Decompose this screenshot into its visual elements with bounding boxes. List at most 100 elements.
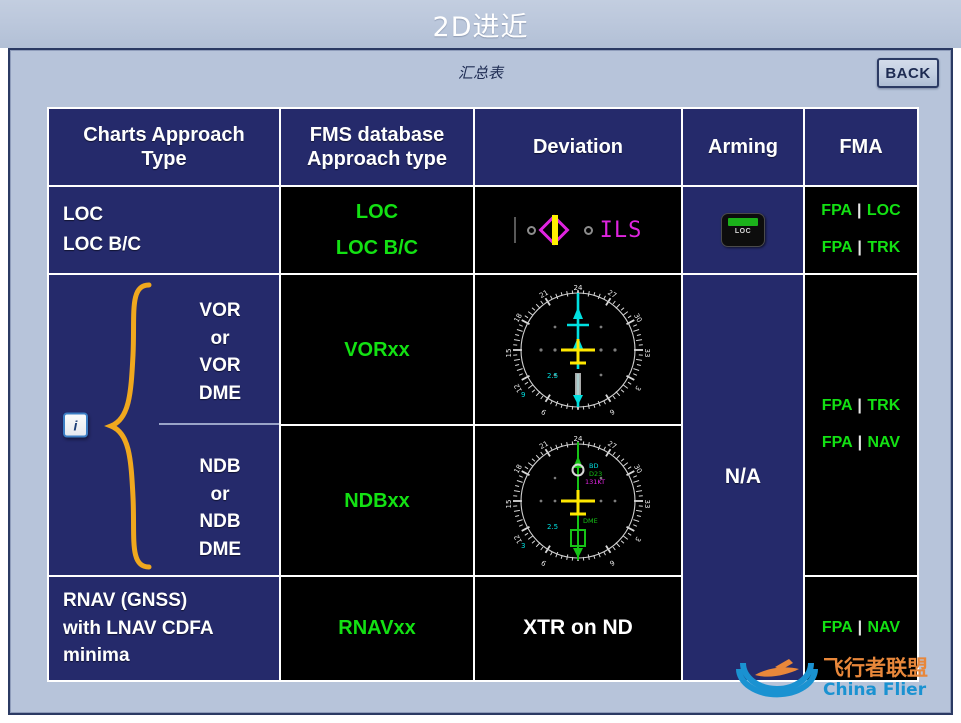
nd-tick-label: 24 [574, 284, 583, 292]
nd-left-label: 9 [521, 391, 525, 399]
nd-tick-label: 18 [513, 463, 524, 475]
charts-approach-labels: RNAV (GNSS) with LNAV CDFA minima [49, 577, 279, 680]
nd-tick-label: 15 [505, 499, 513, 508]
loc-arming-indicator: LOC [721, 213, 765, 247]
localizer-diamond-icon [538, 214, 577, 246]
nd-compass-rose-vor-icon: 24 21 18 15 12 9 6 3 27 30 33 2.5 9 [505, 284, 651, 417]
charts-line: or [210, 483, 230, 505]
charts-line: DME [198, 538, 242, 560]
nd-dist-label: D23 [589, 470, 602, 478]
cell-fms-type-rnav: RNAVxx [279, 575, 475, 682]
nd-course-arrow [573, 306, 583, 319]
fma-line: FPA | NAV [805, 425, 917, 462]
fma-separator: | [857, 434, 863, 451]
nd-aircraft-symbol [561, 338, 595, 364]
nd-tick-label: 33 [643, 348, 651, 357]
table-header-row: Charts Approach Type FMS database Approa… [47, 107, 919, 187]
nd-rose-vor: 24 21 18 15 12 9 6 3 27 30 33 2.5 9 [475, 277, 681, 423]
fma-right: NAV [867, 434, 901, 451]
cell-fma-loc: FPA | LOC FPA | TRK [803, 185, 919, 275]
fma-line: FPA | LOC [805, 193, 917, 230]
fma-right: NAV [867, 618, 901, 636]
nd-tick-label: 15 [505, 348, 513, 357]
charts-approach-labels-ndb: NDB or NDB DME [167, 453, 273, 563]
content-panel: 汇总表 BACK Charts Approach Type FMS databa… [8, 48, 953, 715]
nd-ident-label: BD [589, 462, 598, 470]
fma-labels: FPA | TRK FPA | NAV [805, 388, 917, 462]
fms-labels: RNAVxx [281, 610, 473, 646]
nd-tick-label: 18 [513, 312, 524, 324]
fms-line: NDBxx [344, 489, 410, 512]
cell-arming-na: N/A [681, 273, 805, 682]
fma-right: TRK [867, 239, 901, 256]
fma-separator: | [857, 239, 862, 256]
slide-title-bar: 2D进近 [0, 0, 961, 48]
fms-labels: LOC LOC B/C [281, 194, 473, 266]
charts-line: DME [198, 382, 242, 404]
charts-line: LOC B/C [63, 234, 142, 255]
nd-tick-label: 24 [574, 435, 583, 443]
fma-left: FPA [821, 202, 852, 220]
fma-line: FPA | TRK [805, 388, 917, 425]
deviation-mode-label: ILS [599, 217, 643, 243]
sub-title: 汇总表 [457, 64, 503, 82]
ils-deviation-indicator: ILS [475, 187, 681, 273]
cell-arming-loc: LOC [681, 185, 805, 275]
arming-na-label: N/A [724, 465, 762, 489]
fms-line: VORxx [344, 338, 410, 361]
cell-fma-rnav: FPA | NAV [803, 575, 919, 682]
nd-tick-label: 9 [540, 407, 548, 416]
charts-line: with LNAV CDFA [63, 617, 214, 639]
column-header-charts-approach-type: Charts Approach Type [47, 107, 281, 187]
fma-separator: | [857, 618, 863, 636]
nd-tick-label: 30 [632, 463, 643, 475]
green-bar-icon [728, 218, 758, 226]
cell-inner-divider [159, 423, 279, 425]
back-button[interactable]: BACK [877, 58, 939, 88]
nd-tick-label: 9 [540, 558, 548, 567]
summary-table: Charts Approach Type FMS database Approa… [47, 107, 919, 682]
charts-approach-labels-vor: VOR or VOR DME [167, 297, 273, 407]
cell-charts-approach-type-vor-ndb: i VOR or VOR DME NDB or NDB DME [47, 273, 281, 577]
deviation-text-label: XTR on ND [523, 616, 633, 640]
charts-line: LOC [63, 203, 104, 225]
fms-labels: NDBxx [281, 483, 473, 519]
watermark-text-en: China Flier [823, 680, 927, 700]
fma-left: FPA [821, 434, 853, 451]
cell-fms-type-ndb: NDBxx [279, 424, 475, 577]
cell-deviation-ils: ILS [473, 185, 683, 275]
table-row: LOC LOC B/C LOC LOC B/C ILS LOC FPA | LO… [47, 185, 919, 275]
loc-arming-label: LOC [734, 228, 752, 235]
nd-compass-rose-ndb-icon: 24 21 18 15 12 9 6 3 27 30 33 BD D23 131… [505, 435, 651, 568]
fms-line: RNAVxx [338, 617, 416, 640]
curly-brace-icon [104, 282, 152, 570]
info-icon[interactable]: i [63, 412, 88, 438]
nd-tick-label: 6 [608, 407, 616, 416]
nd-tick-label: 6 [608, 558, 616, 567]
fma-labels: FPA | LOC FPA | TRK [805, 193, 917, 267]
table-row: i VOR or VOR DME NDB or NDB DME VORxx 24… [47, 273, 919, 682]
cell-charts-approach-type-loc: LOC LOC B/C [47, 185, 281, 275]
fma-left: FPA [821, 618, 853, 636]
fma-separator: | [856, 202, 862, 220]
nd-aircraft-symbol [561, 489, 595, 515]
nd-rose-ndb: 24 21 18 15 12 9 6 3 27 30 33 BD D23 131… [475, 428, 681, 574]
header-line: FMS database [309, 124, 445, 146]
cell-fma-vor-ndb: FPA | TRK FPA | NAV [803, 273, 919, 577]
charts-line: minima [63, 645, 130, 667]
charts-line: VOR [199, 300, 241, 321]
column-header-fma: FMA [803, 107, 919, 187]
nd-waypoint-label: DME [583, 517, 598, 525]
column-header-fms-database-approach-type: FMS database Approach type [279, 107, 475, 187]
deviation-center-tick [513, 217, 516, 243]
nd-tick-label: 3 [633, 384, 642, 392]
cell-deviation-nd-rose-vor: 24 21 18 15 12 9 6 3 27 30 33 2.5 9 [473, 273, 683, 426]
charts-line: NDB [199, 456, 241, 477]
nd-tick-label: 30 [632, 312, 643, 324]
nd-tick-label: 27 [606, 288, 618, 299]
header-line: Type [141, 148, 187, 170]
fma-labels: FPA | NAV [805, 610, 917, 647]
fma-line: FPA | NAV [805, 610, 917, 647]
charts-line: VOR [199, 355, 241, 377]
nd-tick-label: 27 [606, 439, 618, 450]
